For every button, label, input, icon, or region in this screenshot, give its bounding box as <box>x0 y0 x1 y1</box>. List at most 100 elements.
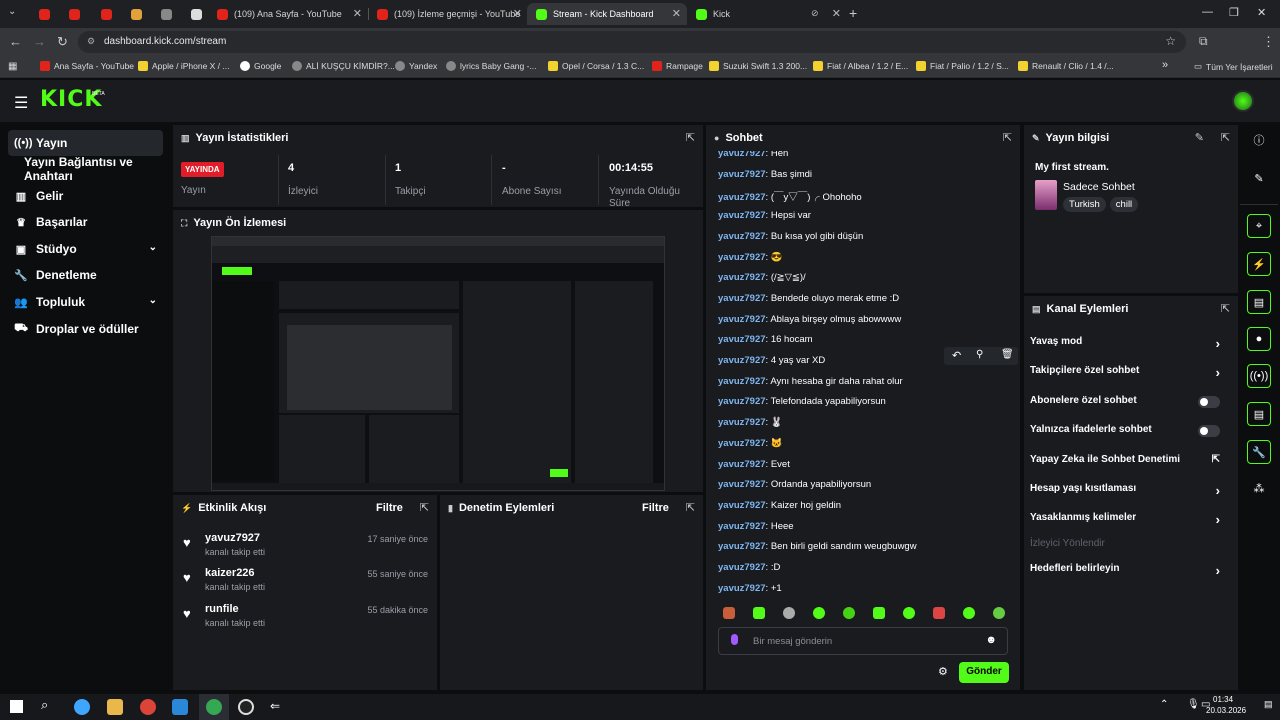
chat-username[interactable]: yavuz7927 <box>718 151 766 159</box>
chat-username[interactable]: yavuz7927 <box>718 334 766 345</box>
bookmark[interactable]: Fiat / Palio / 1.2 / S... <box>916 61 1009 71</box>
browser-tab[interactable]: (109) İzleme geçmişi - YouTube ✕ <box>368 3 528 25</box>
popout-icon[interactable]: ⇱ <box>1221 131 1230 144</box>
app-icon[interactable] <box>74 699 90 715</box>
chat-message[interactable]: yavuz7927: Bu kısa yol gibi düşün <box>718 231 863 242</box>
chat-username[interactable]: yavuz7927 <box>718 293 766 304</box>
browser-tab-active[interactable]: Stream - Kick Dashboard ✕ <box>527 3 687 25</box>
apps-icon[interactable]: ▦ <box>8 61 17 72</box>
add-widget-icon[interactable]: ⁂ <box>1247 476 1271 500</box>
bookmark[interactable]: ALİ KUŞÇU KİMDİR?... <box>292 61 395 71</box>
popout-icon[interactable]: ⇱ <box>686 131 695 144</box>
bookmark[interactable]: Opel / Corsa / 1.3 C... <box>548 61 644 71</box>
bookmark[interactable]: Rampage <box>652 61 703 71</box>
popout-icon[interactable]: ⇱ <box>1221 302 1230 315</box>
user-avatar[interactable] <box>1232 90 1254 112</box>
app-icon[interactable] <box>172 699 188 715</box>
chat-message[interactable]: yavuz7927: Hepsi var <box>718 210 811 221</box>
ai-moderation-row[interactable]: Yapay Zeka ile Sohbet Denetimi ⇱ <box>1030 454 1220 474</box>
delete-icon[interactable]: 🗑 <box>1001 349 1014 360</box>
chat-username[interactable]: yavuz7927 <box>718 192 766 203</box>
activity-user[interactable]: kaizer226 <box>205 567 255 579</box>
chat-message[interactable]: yavuz7927: 🐱 <box>718 438 783 449</box>
chat-username[interactable]: yavuz7927 <box>718 562 766 573</box>
bookmark[interactable]: Fiat / Albea / 1.2 / E... <box>813 61 908 71</box>
extensions-icon[interactable]: ⧉ <box>1199 34 1208 49</box>
emotes-only-toggle[interactable] <box>1198 425 1220 437</box>
send-button[interactable]: Gönder <box>959 662 1009 683</box>
sidebar-item-studyo[interactable]: ▣ Stüdyo ⌄ <box>8 236 163 262</box>
close-window-icon[interactable]: ✕ <box>1257 6 1266 19</box>
tag[interactable]: chill <box>1109 197 1139 212</box>
pin-icon[interactable]: ⚲ <box>976 349 983 360</box>
chat-username[interactable]: yavuz7927 <box>718 396 766 407</box>
chat-username[interactable]: yavuz7927 <box>718 417 766 428</box>
close-tab-icon[interactable]: ✕ <box>353 7 362 20</box>
chat-username[interactable]: yavuz7927 <box>718 376 766 387</box>
popout-icon[interactable]: ⇱ <box>1003 131 1012 144</box>
chat-message-list[interactable]: yavuz7927: Hen yavuz7927: Bas şimdi yavuz7… <box>718 151 1014 603</box>
emote-icon[interactable] <box>933 607 945 619</box>
chat-message[interactable]: yavuz7927: Ablaya birşey olmuş abowwww <box>718 314 901 325</box>
more-bookmarks-button[interactable]: » <box>1162 59 1168 71</box>
chat-username[interactable]: yavuz7927 <box>718 314 766 325</box>
info-icon[interactable]: ⓘ <box>1247 128 1271 152</box>
chat-username[interactable]: yavuz7927 <box>718 541 766 552</box>
chat-message[interactable]: yavuz7927: (￣y▽￣)╭ Ohohoho <box>718 189 862 203</box>
url-field[interactable]: ⚙ dashboard.kick.com/stream ☆ <box>78 31 1186 53</box>
chat-username[interactable]: yavuz7927 <box>718 459 766 470</box>
chrome-icon[interactable] <box>140 699 156 715</box>
chat-message[interactable]: yavuz7927: Bas şimdi <box>718 169 812 180</box>
sidebar-item-droplar[interactable]: ⛟ Droplar ve ödüller <box>8 316 163 342</box>
emote-icon[interactable] <box>753 607 765 619</box>
activity-user[interactable]: yavuz7927 <box>205 532 260 544</box>
chat-message[interactable]: yavuz7927: Ordanda yapabiliyorsun <box>718 479 871 490</box>
chat-message[interactable]: yavuz7927: 16 hocam <box>718 334 813 345</box>
notifications-icon[interactable]: ▤ <box>1264 699 1273 710</box>
bolt-icon[interactable]: ⚡ <box>1247 252 1271 276</box>
popout-icon[interactable]: ⇱ <box>420 501 429 514</box>
bookmark[interactable]: Ana Sayfa - YouTube <box>40 61 134 71</box>
emote-icon[interactable] <box>723 607 735 619</box>
slow-mode-row[interactable]: Yavaş mod › <box>1030 336 1220 356</box>
emote-icon[interactable] <box>813 607 825 619</box>
activity-user[interactable]: runfile <box>205 603 239 615</box>
close-tab-icon[interactable]: ✕ <box>513 7 522 20</box>
microphone-icon[interactable]: 🎙 <box>1187 699 1200 710</box>
bookmark[interactable]: lyrics Baby Gang -... <box>446 61 537 71</box>
emote-icon[interactable] <box>963 607 975 619</box>
chat-message[interactable]: yavuz7927: Hen <box>718 151 788 159</box>
microphone-icon[interactable] <box>731 634 738 645</box>
browser-tab[interactable] <box>182 3 206 25</box>
sidebar-item-gelir[interactable]: ▥ Gelir <box>8 183 163 209</box>
notes-icon[interactable]: ▤ <box>1247 290 1271 314</box>
chat-username[interactable]: yavuz7927 <box>718 438 766 449</box>
emote-icon[interactable] <box>783 607 795 619</box>
stream-preview-video[interactable] <box>211 236 665 491</box>
obs-icon[interactable] <box>238 699 254 715</box>
browser-tab[interactable]: (109) Ana Sayfa - YouTube ✕ <box>208 3 368 25</box>
folder-icon[interactable] <box>107 699 123 715</box>
bookmark[interactable]: Yandex <box>395 61 437 71</box>
chat-message[interactable]: yavuz7927: Telefondada yapabiliyorsun <box>718 396 886 407</box>
muted-icon[interactable]: ⊘ <box>811 8 819 19</box>
account-age-row[interactable]: Hesap yaşı kısıtlaması › <box>1030 483 1220 503</box>
chat-username[interactable]: yavuz7927 <box>718 210 766 221</box>
edit-icon[interactable]: ✎ <box>1195 131 1204 144</box>
chat-message[interactable]: yavuz7927: 4 yaş var XD <box>718 355 825 366</box>
chrome-icon[interactable] <box>206 699 222 715</box>
chat-icon[interactable]: ● <box>1247 327 1271 351</box>
close-tab-icon[interactable]: ✕ <box>672 7 681 20</box>
tab-search-icon[interactable]: ⌄ <box>8 6 16 17</box>
sidebar-item-denetleme[interactable]: 🔧 Denetleme <box>8 262 163 288</box>
all-bookmarks-button[interactable]: ▭ Tüm Yer İşaretleri <box>1194 61 1273 72</box>
chat-username[interactable]: yavuz7927 <box>718 583 766 594</box>
browser-tab[interactable]: Kick ⊘ ✕ <box>687 3 847 25</box>
tray-chevron-icon[interactable]: ⌃ <box>1160 699 1168 710</box>
activity-filter-button[interactable]: Filtre <box>376 502 403 514</box>
chat-message[interactable]: yavuz7927: Evet <box>718 459 790 470</box>
subscribers-only-toggle[interactable] <box>1198 396 1220 408</box>
bookmark[interactable]: Renault / Clio / 1.4 /... <box>1018 61 1114 71</box>
new-tab-button[interactable]: + <box>849 5 857 21</box>
menu-icon[interactable]: ⋮ <box>1262 34 1275 50</box>
